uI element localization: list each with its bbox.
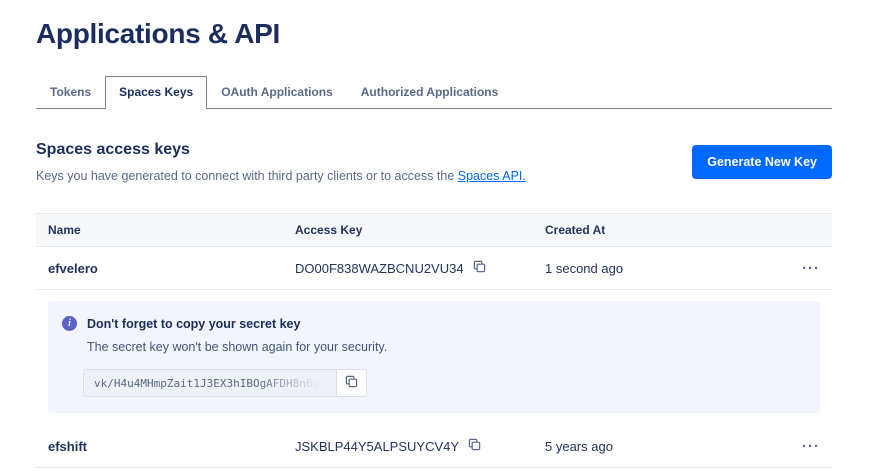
tab-tokens[interactable]: Tokens — [36, 76, 105, 109]
copy-access-key-button[interactable] — [468, 438, 481, 454]
generate-new-key-button[interactable]: Generate New Key — [692, 145, 832, 179]
tab-oauth-applications[interactable]: OAuth Applications — [207, 76, 347, 109]
tab-bar: Tokens Spaces Keys OAuth Applications Au… — [36, 76, 832, 109]
column-header-created-at: Created At — [533, 223, 788, 237]
copy-icon — [473, 260, 486, 276]
section-header-text: Spaces access keys Keys you have generat… — [36, 141, 526, 183]
created-at-value: 1 second ago — [533, 261, 788, 276]
page-title: Applications & API — [36, 18, 832, 50]
row-menu-button[interactable]: ··· — [788, 260, 832, 277]
table-row: efshift JSKBLP44Y5ALPSUYCV4Y 5 years ago… — [36, 425, 832, 468]
callout-title: Don't forget to copy your secret key — [87, 317, 300, 331]
secret-key-value: vk/H4u4MHmpZait1J3EX3hIBOgAFDH8n6gTv3H — [84, 370, 336, 396]
copy-icon — [345, 375, 358, 391]
copy-secret-key-button[interactable] — [336, 370, 366, 396]
access-key-cell: JSKBLP44Y5ALPSUYCV4Y — [283, 438, 533, 454]
key-name: efshift — [36, 439, 283, 454]
copy-icon — [468, 438, 481, 454]
info-icon: i — [62, 316, 77, 331]
callout-body: The secret key won't be shown again for … — [87, 340, 804, 354]
applications-api-page: Applications & API Tokens Spaces Keys OA… — [0, 0, 889, 468]
spaces-api-link[interactable]: Spaces API. — [458, 169, 526, 183]
created-at-value: 5 years ago — [533, 439, 788, 454]
section-description: Keys you have generated to connect with … — [36, 169, 526, 183]
description-text: Keys you have generated to connect with … — [36, 169, 458, 183]
access-key-value: DO00F838WAZBCNU2VU34 — [295, 261, 464, 276]
callout-header: i Don't forget to copy your secret key — [62, 316, 804, 331]
row-menu-button[interactable]: ··· — [788, 438, 832, 455]
section-header: Spaces access keys Keys you have generat… — [36, 141, 832, 183]
table-header-row: Name Access Key Created At — [36, 213, 832, 247]
spaces-keys-table: Name Access Key Created At efvelero DO00… — [36, 213, 832, 468]
tab-authorized-applications[interactable]: Authorized Applications — [347, 76, 513, 109]
tab-spaces-keys[interactable]: Spaces Keys — [105, 76, 207, 109]
column-header-access-key: Access Key — [283, 223, 533, 237]
section-title: Spaces access keys — [36, 141, 526, 159]
secret-key-field: vk/H4u4MHmpZait1J3EX3hIBOgAFDH8n6gTv3H — [83, 369, 367, 397]
access-key-value: JSKBLP44Y5ALPSUYCV4Y — [295, 439, 459, 454]
table-row: efvelero DO00F838WAZBCNU2VU34 1 second a… — [36, 247, 832, 290]
key-name: efvelero — [36, 261, 283, 276]
secret-key-callout: i Don't forget to copy your secret key T… — [48, 301, 820, 413]
access-key-cell: DO00F838WAZBCNU2VU34 — [283, 260, 533, 276]
copy-access-key-button[interactable] — [473, 260, 486, 276]
column-header-name: Name — [36, 223, 283, 237]
